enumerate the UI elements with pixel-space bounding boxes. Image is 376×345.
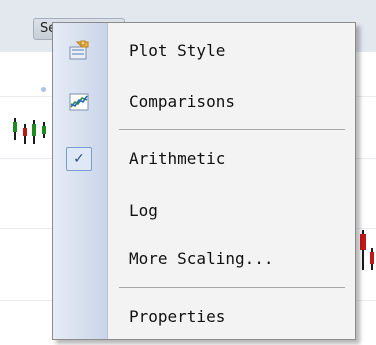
menu-item-properties[interactable]: Properties xyxy=(53,298,355,336)
candle xyxy=(42,126,46,134)
menu-item-label: Plot Style xyxy=(129,41,226,60)
menu-separator xyxy=(119,129,345,130)
menu-separator xyxy=(119,287,345,288)
menu-item-label: Properties xyxy=(129,307,226,326)
menu-item-label: More Scaling... xyxy=(129,249,274,268)
menu-item-label: Comparisons xyxy=(129,92,235,111)
candle xyxy=(13,122,17,132)
menu-item-plot-style[interactable]: Plot Style xyxy=(53,32,355,70)
candle xyxy=(32,124,36,136)
menu-item-label: Arithmetic xyxy=(129,149,226,168)
checkmark-icon: ✓ xyxy=(66,147,92,171)
candle xyxy=(23,128,27,136)
candle xyxy=(360,234,366,250)
candle xyxy=(370,252,374,264)
comparisons-icon xyxy=(68,91,90,113)
menu-icon-gutter xyxy=(53,23,108,339)
marker-dot xyxy=(41,87,46,92)
menu-item-comparisons[interactable]: Comparisons xyxy=(53,83,355,121)
plot-style-icon xyxy=(68,40,90,62)
menu-item-arithmetic[interactable]: ✓ Arithmetic xyxy=(53,140,355,178)
context-menu: Plot Style Comparisons ✓ Arithmetic Log … xyxy=(52,22,356,340)
menu-item-more-scaling[interactable]: More Scaling... xyxy=(53,240,355,278)
menu-item-log[interactable]: Log xyxy=(53,192,355,230)
menu-item-label: Log xyxy=(129,201,158,220)
